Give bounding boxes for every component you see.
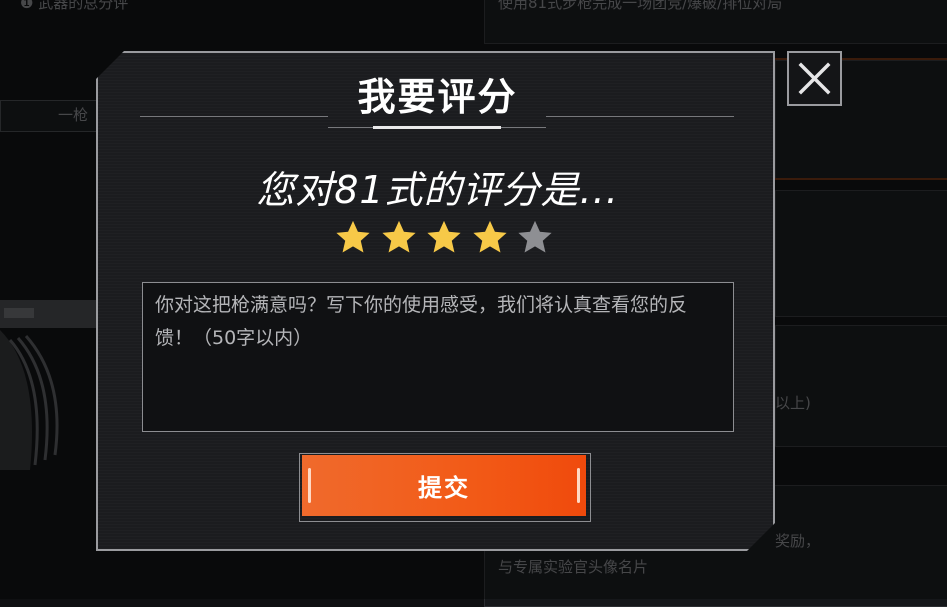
title-underline [373, 126, 501, 129]
submit-cap-right [577, 468, 580, 503]
star-1-icon[interactable] [334, 218, 372, 256]
star-5-icon[interactable] [516, 218, 554, 256]
close-button[interactable] [787, 51, 842, 106]
star-rating[interactable] [334, 218, 554, 256]
star-2-icon[interactable] [380, 218, 418, 256]
dialog-title: 我要评分 [357, 75, 518, 119]
rating-question: 您对81式的评分是... [256, 168, 619, 212]
submit-label: 提交 [418, 474, 470, 502]
title-divider-left [140, 116, 328, 117]
submit-button[interactable]: 提交 [302, 455, 586, 516]
star-3-icon[interactable] [425, 218, 463, 256]
close-icon [798, 62, 831, 95]
title-divider-right [546, 116, 734, 117]
feedback-textarea[interactable] [142, 282, 734, 432]
submit-cap-left [308, 468, 311, 503]
star-4-icon[interactable] [471, 218, 509, 256]
